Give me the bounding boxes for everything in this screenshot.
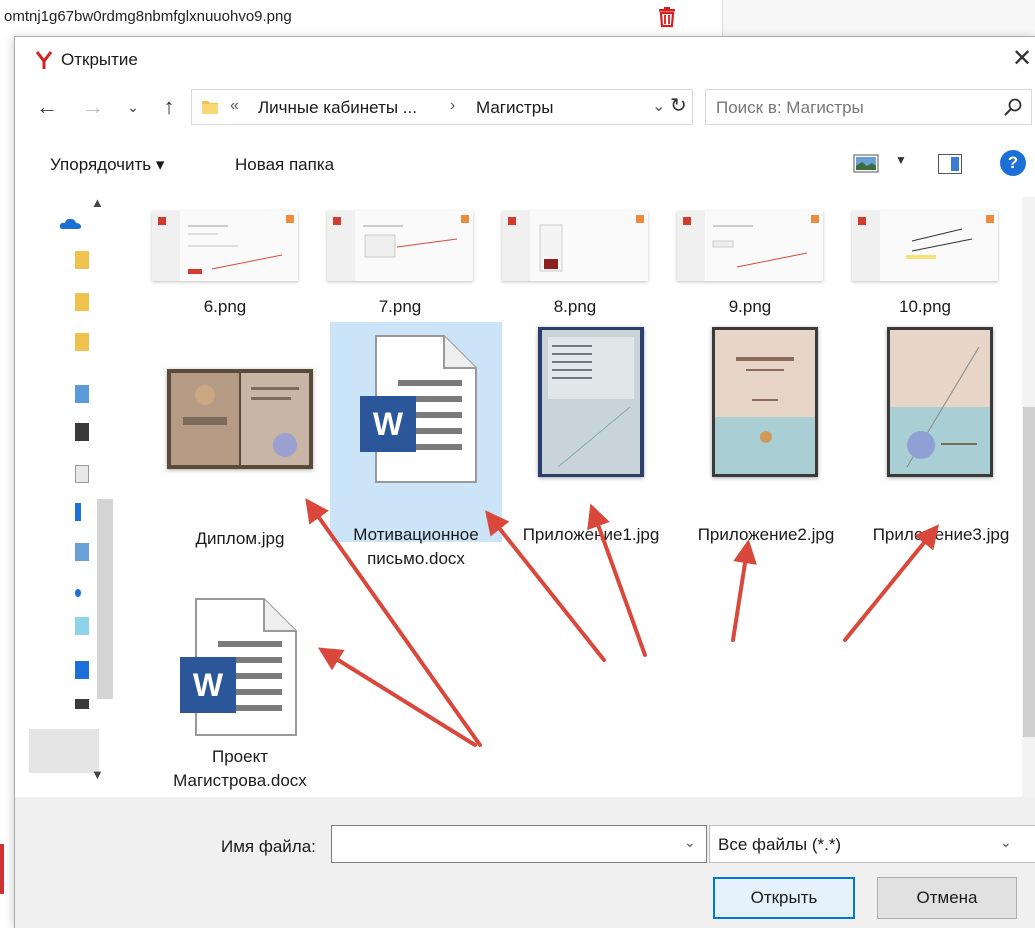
file-list-pane: 6.png 7.png 8.png 9.png 10.png Диплом.jp… [115,197,1020,833]
word-document-icon[interactable]: W [358,334,478,484]
content-scrollbar-thumb[interactable] [1023,407,1035,737]
dialog-footer: Имя файла: ⌄ Все файлы (*.*) ⌄ Открыть О… [15,797,1035,928]
file-thumbnail-7-png[interactable] [327,211,473,281]
nav-pane-scroll-up-icon[interactable]: ▲ [91,195,104,210]
view-options-dropdown-icon[interactable]: ▼ [895,153,907,167]
drive-icon[interactable] [75,699,89,709]
navigation-bar: ← → ⌄ ↑ « Личные кабинеты ... › Магистры… [15,83,1035,133]
word-letter: W [193,667,224,703]
open-button[interactable]: Открыть [713,877,855,919]
folder-icon [202,101,218,114]
address-bar[interactable]: « Личные кабинеты ... › Магистры ⌄ ↻ [191,89,693,125]
file-thumbnail-9-png[interactable] [677,211,823,281]
file-name[interactable]: Диплом.jpg [155,527,325,551]
folder-icon[interactable] [75,333,89,351]
search-icon[interactable] [1003,97,1023,117]
preview-pane-icon[interactable] [938,154,962,174]
file-thumbnail-prilozhenie2[interactable] [712,327,818,477]
new-folder-button[interactable]: Новая папка [235,155,334,175]
file-name[interactable]: 7.png [315,295,485,319]
background-left-edge [0,36,14,927]
file-name[interactable]: 9.png [665,295,835,319]
cancel-button[interactable]: Отмена [877,877,1017,919]
refresh-icon[interactable]: ↻ [670,93,687,118]
breadcrumb-separator-icon: › [450,97,456,114]
background-right-pane [722,0,1035,36]
file-thumbnail-8-png[interactable] [502,211,648,281]
nav-pane-scroll-down-icon[interactable]: ▼ [91,767,104,782]
forward-arrow-icon[interactable]: → [79,93,107,121]
trash-icon[interactable] [656,6,678,28]
search-box[interactable]: Поиск в: Магистры [705,89,1032,125]
back-arrow-icon[interactable]: ← [33,93,61,121]
documents-icon[interactable] [75,465,89,483]
nav-pane-scrollbar-thumb[interactable] [97,499,113,699]
chevron-down-icon[interactable]: ⌄ [1000,834,1012,851]
organize-menu-button[interactable]: Упорядочить ▾ [50,155,164,175]
file-name[interactable]: Приложение3.jpg [856,523,1020,547]
dialog-title: Открытие [61,50,138,69]
file-thumbnail-prilozhenie1[interactable] [538,327,644,477]
file-thumbnail-6-png[interactable] [152,211,298,281]
file-thumbnail-diploma[interactable] [167,369,313,469]
file-name[interactable]: 6.png [140,295,310,319]
filetype-value: Все файлы (*.*) [718,835,842,854]
folder-icon[interactable] [75,251,89,269]
open-file-dialog: Открытие ✕ ← → ⌄ ↑ « Личные кабинеты ...… [14,36,1035,928]
downloads-icon[interactable] [75,503,81,521]
folder-icon[interactable] [75,293,89,311]
file-thumbnail-prilozhenie3[interactable] [887,327,993,477]
file-name[interactable]: Приложение2.jpg [681,523,851,547]
3d-objects-icon[interactable] [75,617,89,635]
file-name[interactable]: Проект Магистрова.docx [160,745,320,793]
breadcrumb-overflow-icon[interactable]: « [230,97,239,115]
breadcrumb-segment-parent[interactable]: Личные кабинеты ... [258,98,417,118]
pictures-icon[interactable] [75,543,89,561]
yandex-logo-icon [35,51,53,69]
change-view-icon[interactable] [853,153,879,175]
word-letter: W [373,406,404,442]
command-toolbar: Упорядочить ▾ Новая папка ▼ ? [15,133,1035,197]
filename-input[interactable]: ⌄ [331,825,707,863]
close-icon[interactable]: ✕ [1008,45,1035,73]
file-name[interactable]: Приложение1.jpg [506,523,676,547]
chevron-down-icon[interactable]: ⌄ [652,96,665,116]
this-pc-icon[interactable] [75,385,89,403]
background-red-marker [0,844,4,894]
file-name[interactable]: Мотивационное письмо.docx [331,523,501,571]
file-name[interactable]: 10.png [840,295,1010,319]
file-thumbnail-10-png[interactable] [852,211,998,281]
word-document-icon[interactable]: W [178,597,298,737]
search-placeholder: Поиск в: Магистры [716,98,864,117]
filetype-select[interactable]: Все файлы (*.*) ⌄ [709,825,1035,863]
desktop-icon[interactable] [75,661,89,679]
recent-locations-chevron-icon[interactable]: ⌄ [119,93,147,121]
nav-pane-selected-item[interactable] [29,729,99,773]
help-icon[interactable]: ? [1000,150,1026,176]
dialog-titlebar: Открытие ✕ [15,37,1035,83]
chevron-down-icon[interactable]: ⌄ [684,834,696,851]
content-scrollbar[interactable] [1022,197,1035,833]
up-arrow-icon[interactable]: ↑ [155,93,183,121]
background-app-strip: omtnj1g67bw0rdmg8nbmfglxnuuohvo9.png [0,0,1035,36]
file-name[interactable]: 8.png [490,295,660,319]
music-icon[interactable] [75,589,81,597]
videos-icon[interactable] [75,423,89,441]
filename-label: Имя файла: [221,837,316,856]
breadcrumb-segment-current[interactable]: Магистры [476,98,553,118]
background-filename: omtnj1g67bw0rdmg8nbmfglxnuuohvo9.png [4,8,292,25]
onedrive-icon[interactable] [59,215,83,231]
